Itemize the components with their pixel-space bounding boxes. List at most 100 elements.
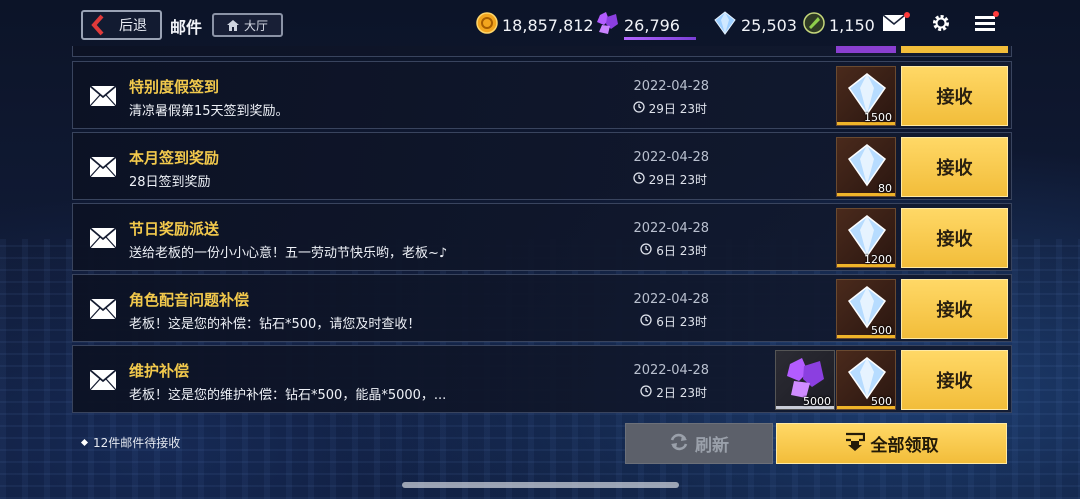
clock-icon	[632, 101, 645, 116]
receive-button[interactable]: 接收	[901, 208, 1008, 268]
gold-coin-icon	[476, 12, 498, 38]
envelope-icon	[89, 369, 117, 391]
remaining-text: 6日 23时	[656, 315, 707, 329]
mail-title: 节日奖励派送	[129, 220, 220, 238]
mail-remaining: 29日 23时	[632, 171, 707, 188]
back-label: 后退	[119, 18, 147, 34]
reward-item[interactable]: 80	[836, 137, 896, 197]
mail-list[interactable]: 特别度假签到 清凉暑假第15天签到奖励。 2022-04-28 29日 23时 …	[72, 46, 1012, 416]
gold-currency: 18,857,812	[476, 12, 594, 38]
mail-row[interactable]: 维护补偿 老板！这是您的维护补偿：钻石*500，能晶*5000，... 2022…	[72, 345, 1012, 413]
envelope-icon	[89, 227, 117, 249]
gold-amount: 18,857,812	[502, 15, 594, 35]
home-icon	[226, 16, 239, 35]
mail-body: 清凉暑假第15天签到奖励。	[129, 104, 289, 119]
mail-body: 28日签到奖励	[129, 175, 211, 190]
page-title: 邮件	[170, 18, 203, 37]
crystal-currency[interactable]: 26,796	[594, 11, 696, 40]
claim-all-label: 全部领取	[870, 436, 939, 456]
clock-icon	[640, 385, 652, 400]
mail-date: 2022-04-28	[633, 292, 709, 307]
gem-amount: 1,150	[829, 15, 875, 35]
hamburger-menu-icon	[975, 15, 995, 35]
top-bar: 后退 邮件 大厅 18,857,812 26,796 25,503 1,150	[0, 0, 1080, 50]
refresh-label: 刷新	[695, 436, 729, 456]
diamond-amount: 25,503	[741, 15, 797, 35]
menu-notification-dot	[993, 11, 999, 17]
settings-button[interactable]	[927, 11, 955, 39]
partial-receive-edge	[901, 46, 1008, 53]
mail-notification-dot	[904, 12, 910, 18]
mail-date: 2022-04-28	[633, 363, 709, 378]
mail-button[interactable]	[880, 11, 910, 39]
clock-icon	[632, 172, 645, 187]
lobby-label: 大厅	[243, 18, 268, 33]
envelope-icon	[89, 298, 117, 320]
receive-button[interactable]: 接收	[901, 137, 1008, 197]
remaining-text: 29日 23时	[648, 173, 707, 187]
reward-item[interactable]: 5000	[775, 350, 835, 410]
reward-item[interactable]: 500	[836, 350, 896, 410]
remaining-text: 29日 23时	[648, 102, 707, 116]
mail-row[interactable]: 本月签到奖励 28日签到奖励 2022-04-28 29日 23时 80 接收	[72, 132, 1012, 200]
reward-quantity: 1500	[864, 111, 892, 124]
gem-currency: 1,150	[803, 12, 875, 38]
clock-icon	[640, 243, 652, 258]
mail-row-partial	[72, 46, 1012, 57]
mail-title: 本月签到奖励	[129, 149, 220, 167]
claim-all-button[interactable]: 全部领取	[776, 423, 1007, 464]
purple-crystal-icon	[594, 11, 620, 39]
mail-title: 角色配音问题补偿	[129, 291, 250, 309]
green-gem-icon	[803, 12, 825, 38]
bullet-icon	[80, 438, 89, 447]
refresh-icon	[669, 432, 689, 456]
envelope-icon	[89, 85, 117, 107]
download-tray-icon	[845, 432, 865, 456]
pending-mail-note: 12件邮件待接收	[80, 434, 181, 451]
diamond-icon	[713, 11, 737, 39]
mail-body: 老板！这是您的补偿：钻石*500，请您及时查收！	[129, 317, 421, 332]
mail-title: 维护补偿	[129, 362, 190, 380]
menu-button[interactable]	[971, 11, 999, 39]
mail-body: 送给老板的一份小小心意！五一劳动节快乐哟，老板~♪	[129, 246, 448, 261]
back-chevron-icon	[87, 12, 109, 38]
mail-body: 老板！这是您的维护补偿：钻石*500，能晶*5000，...	[129, 388, 447, 403]
receive-button[interactable]: 接收	[901, 350, 1008, 410]
mail-date: 2022-04-28	[633, 79, 709, 94]
partial-reward-edge	[836, 46, 896, 53]
mail-remaining: 2日 23时	[640, 384, 707, 401]
reward-quantity: 500	[871, 324, 892, 337]
mail-row[interactable]: 特别度假签到 清凉暑假第15天签到奖励。 2022-04-28 29日 23时 …	[72, 61, 1012, 129]
gear-icon	[931, 13, 951, 37]
receive-button[interactable]: 接收	[901, 66, 1008, 126]
home-indicator[interactable]	[402, 482, 679, 488]
envelope-icon	[89, 156, 117, 178]
reward-quantity: 80	[878, 182, 892, 195]
mail-remaining: 6日 23时	[640, 313, 707, 330]
remaining-text: 6日 23时	[656, 244, 707, 258]
mail-title: 特别度假签到	[129, 78, 220, 96]
reward-item[interactable]: 500	[836, 279, 896, 339]
crystal-underline	[624, 37, 696, 40]
reward-quantity: 5000	[803, 395, 831, 408]
reward-quantity: 500	[871, 395, 892, 408]
mail-icon	[882, 14, 906, 35]
mail-row[interactable]: 节日奖励派送 送给老板的一份小小心意！五一劳动节快乐哟，老板~♪ 2022-04…	[72, 203, 1012, 271]
reward-quantity: 1200	[864, 253, 892, 266]
mail-row[interactable]: 角色配音问题补偿 老板！这是您的补偿：钻石*500，请您及时查收！ 2022-0…	[72, 274, 1012, 342]
refresh-button[interactable]: 刷新	[625, 423, 773, 464]
pending-mail-text: 12件邮件待接收	[93, 436, 181, 450]
mail-remaining: 29日 23时	[632, 100, 707, 117]
remaining-text: 2日 23时	[656, 386, 707, 400]
mail-date: 2022-04-28	[633, 221, 709, 236]
crystal-amount: 26,796	[624, 15, 680, 35]
mail-remaining: 6日 23时	[640, 242, 707, 259]
reward-item[interactable]: 1500	[836, 66, 896, 126]
receive-button[interactable]: 接收	[901, 279, 1008, 339]
diamond-currency: 25,503	[713, 11, 797, 39]
lobby-button[interactable]: 大厅	[212, 13, 283, 37]
clock-icon	[640, 314, 652, 329]
back-button[interactable]: 后退	[81, 10, 162, 40]
reward-item[interactable]: 1200	[836, 208, 896, 268]
mail-date: 2022-04-28	[633, 150, 709, 165]
